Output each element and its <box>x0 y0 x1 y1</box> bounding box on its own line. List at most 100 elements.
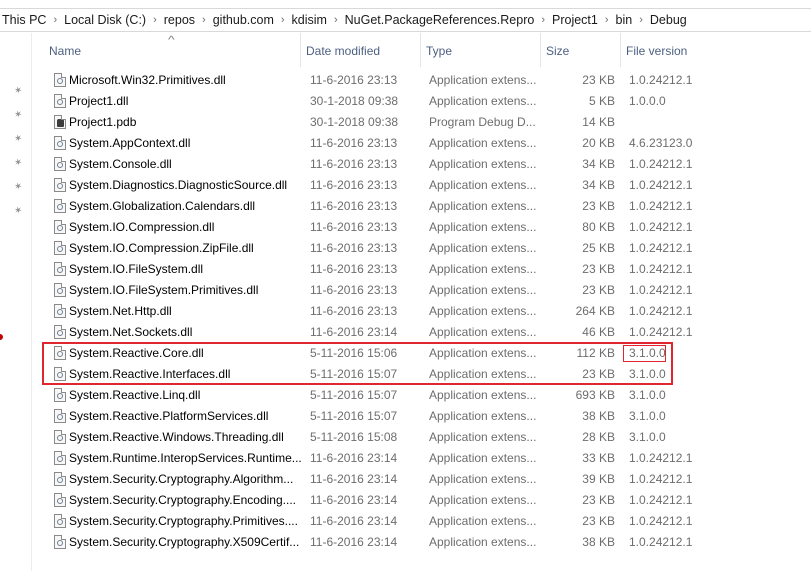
pin-icon[interactable]: ✶ <box>9 131 26 148</box>
file-row[interactable]: System.IO.FileSystem.Primitives.dll 11-6-… <box>44 280 811 301</box>
file-row[interactable]: System.Diagnostics.DiagnosticSource.dll 1… <box>44 175 811 196</box>
file-row[interactable]: System.Net.Sockets.dll 11-6-2016 23:14 App… <box>44 322 811 343</box>
file-row[interactable]: System.Security.Cryptography.X509Certif.… <box>44 532 811 553</box>
file-date-modified: 11-6-2016 23:13 <box>310 199 398 213</box>
file-row[interactable]: System.Security.Cryptography.Primitives.… <box>44 511 811 532</box>
chevron-right-icon[interactable]: › <box>329 14 343 26</box>
pin-icon[interactable]: ✶ <box>9 83 26 100</box>
column-header-file-version[interactable]: File version <box>621 33 811 67</box>
breadcrumb-item[interactable]: Project1 <box>550 13 600 27</box>
file-type: Application extens... <box>429 157 537 171</box>
file-row[interactable]: Project1.pdb 30-1-2018 09:38 Program Debug… <box>44 112 811 133</box>
breadcrumb-item[interactable]: Local Disk (C:) <box>62 13 148 27</box>
file-size: 23 KB <box>582 73 615 87</box>
file-row[interactable]: System.Reactive.PlatformServices.dll 5-11… <box>44 406 811 427</box>
file-type: Application extens... <box>429 262 537 276</box>
breadcrumb-item[interactable]: NuGet.PackageReferences.Repro <box>343 13 537 27</box>
column-header-type[interactable]: Type <box>421 33 541 67</box>
file-version: 1.0.24212.1 <box>629 472 693 486</box>
file-type: Application extens... <box>429 472 537 486</box>
dll-file-icon <box>52 514 68 529</box>
column-header-date[interactable]: Date modified <box>301 33 421 67</box>
file-version: 1.0.24212.1 <box>629 535 693 549</box>
file-row[interactable]: System.Security.Cryptography.Algorithm..… <box>44 469 811 490</box>
file-row[interactable]: System.Reactive.Windows.Threading.dll 5-1… <box>44 427 811 448</box>
chevron-right-icon[interactable]: › <box>148 14 162 26</box>
file-date-modified: 11-6-2016 23:13 <box>310 262 398 276</box>
file-name: System.Reactive.PlatformServices.dll <box>69 409 269 423</box>
dll-file-icon <box>52 451 68 466</box>
column-header-name[interactable]: Name <box>44 33 301 67</box>
file-row[interactable]: System.Net.Http.dll 11-6-2016 23:13 Applic… <box>44 301 811 322</box>
file-row[interactable]: Microsoft.Win32.Primitives.dll 11-6-2016 … <box>44 70 811 91</box>
file-type: Application extens... <box>429 136 537 150</box>
file-row[interactable]: System.IO.Compression.ZipFile.dll 11-6-20… <box>44 238 811 259</box>
breadcrumb-item-label: Local Disk (C:) <box>64 13 147 27</box>
file-version: 1.0.24212.1 <box>629 220 693 234</box>
annotation-dot <box>0 334 3 340</box>
file-name: System.Net.Http.dll <box>69 304 172 318</box>
chevron-right-icon[interactable]: › <box>276 14 290 26</box>
file-size: 264 KB <box>575 304 615 318</box>
breadcrumb[interactable]: This PC › Local Disk (C:) › repos › github.com… <box>0 8 811 32</box>
file-type: Program Debug D... <box>429 115 536 129</box>
pin-icon[interactable]: ✶ <box>9 203 26 220</box>
file-type: Application extens... <box>429 514 537 528</box>
column-header-file-version-label: File version <box>626 44 688 58</box>
breadcrumb-item[interactable]: repos <box>162 13 197 27</box>
column-header-type-label: Type <box>426 44 453 58</box>
breadcrumb-item[interactable]: Debug <box>648 13 689 27</box>
file-version: 1.0.24212.1 <box>629 73 693 87</box>
pin-icon[interactable]: ✶ <box>9 155 26 172</box>
file-name: System.Diagnostics.DiagnosticSource.dll <box>69 178 288 192</box>
pin-icon[interactable]: ✶ <box>9 179 26 196</box>
file-date-modified: 5-11-2016 15:06 <box>310 346 398 360</box>
file-row[interactable]: System.Runtime.InteropServices.Runtime..… <box>44 448 811 469</box>
file-row[interactable]: System.Reactive.Linq.dll 5-11-2016 15:07 A… <box>44 385 811 406</box>
breadcrumb-item-label: Project1 <box>552 13 598 27</box>
file-row[interactable]: System.Reactive.Interfaces.dll 5-11-2016 … <box>44 364 811 385</box>
chevron-right-icon[interactable]: › <box>536 14 550 26</box>
chevron-right-icon[interactable]: › <box>600 14 614 26</box>
file-size: 80 KB <box>582 220 615 234</box>
file-version: 4.6.23123.0 <box>629 136 693 150</box>
chevron-right-icon[interactable]: › <box>634 14 648 26</box>
file-row[interactable]: System.Security.Cryptography.Encoding...… <box>44 490 811 511</box>
file-row[interactable]: System.AppContext.dll 11-6-2016 23:13 Appl… <box>44 133 811 154</box>
chevron-right-icon[interactable]: › <box>48 14 62 26</box>
file-type: Application extens... <box>429 325 537 339</box>
file-name: System.AppContext.dll <box>69 136 191 150</box>
file-row[interactable]: System.IO.FileSystem.dll 11-6-2016 23:13 A… <box>44 259 811 280</box>
breadcrumb-item[interactable]: This PC <box>0 13 48 27</box>
breadcrumb-item[interactable]: github.com <box>211 13 276 27</box>
column-header-size[interactable]: Size <box>541 33 621 67</box>
file-type: Application extens... <box>429 220 537 234</box>
file-name: Microsoft.Win32.Primitives.dll <box>69 73 226 87</box>
breadcrumb-item[interactable]: kdisim <box>290 13 329 27</box>
file-date-modified: 11-6-2016 23:14 <box>310 325 398 339</box>
file-row[interactable]: System.Console.dll 11-6-2016 23:13 Applica… <box>44 154 811 175</box>
file-name: System.Reactive.Windows.Threading.dll <box>69 430 284 444</box>
file-date-modified: 11-6-2016 23:14 <box>310 472 398 486</box>
file-size: 34 KB <box>582 178 615 192</box>
file-type: Application extens... <box>429 388 537 402</box>
file-row[interactable]: System.Reactive.Core.dll 5-11-2016 15:06 A… <box>44 343 811 364</box>
file-row[interactable]: System.IO.Compression.dll 11-6-2016 23:13… <box>44 217 811 238</box>
file-date-modified: 11-6-2016 23:13 <box>310 283 398 297</box>
column-header-row: ^ Name Date modified Type Size File vers… <box>44 33 811 67</box>
breadcrumb-item-label: repos <box>163 13 196 27</box>
dll-file-icon <box>52 430 68 445</box>
dll-file-icon <box>52 472 68 487</box>
file-version: 3.1.0.0 <box>629 367 666 381</box>
file-name: System.Net.Sockets.dll <box>69 325 193 339</box>
breadcrumb-item[interactable]: bin <box>614 13 635 27</box>
pin-icon[interactable]: ✶ <box>9 107 26 124</box>
file-list: Microsoft.Win32.Primitives.dll 11-6-2016 … <box>44 70 811 553</box>
file-type: Application extens... <box>429 178 537 192</box>
file-row[interactable]: Project1.dll 30-1-2018 09:38 Application e… <box>44 91 811 112</box>
chevron-right-icon[interactable]: › <box>197 14 211 26</box>
file-row[interactable]: System.Globalization.Calendars.dll 11-6-2… <box>44 196 811 217</box>
file-version: 1.0.24212.1 <box>629 157 693 171</box>
dll-file-icon <box>52 283 68 298</box>
dll-file-icon <box>52 73 68 88</box>
